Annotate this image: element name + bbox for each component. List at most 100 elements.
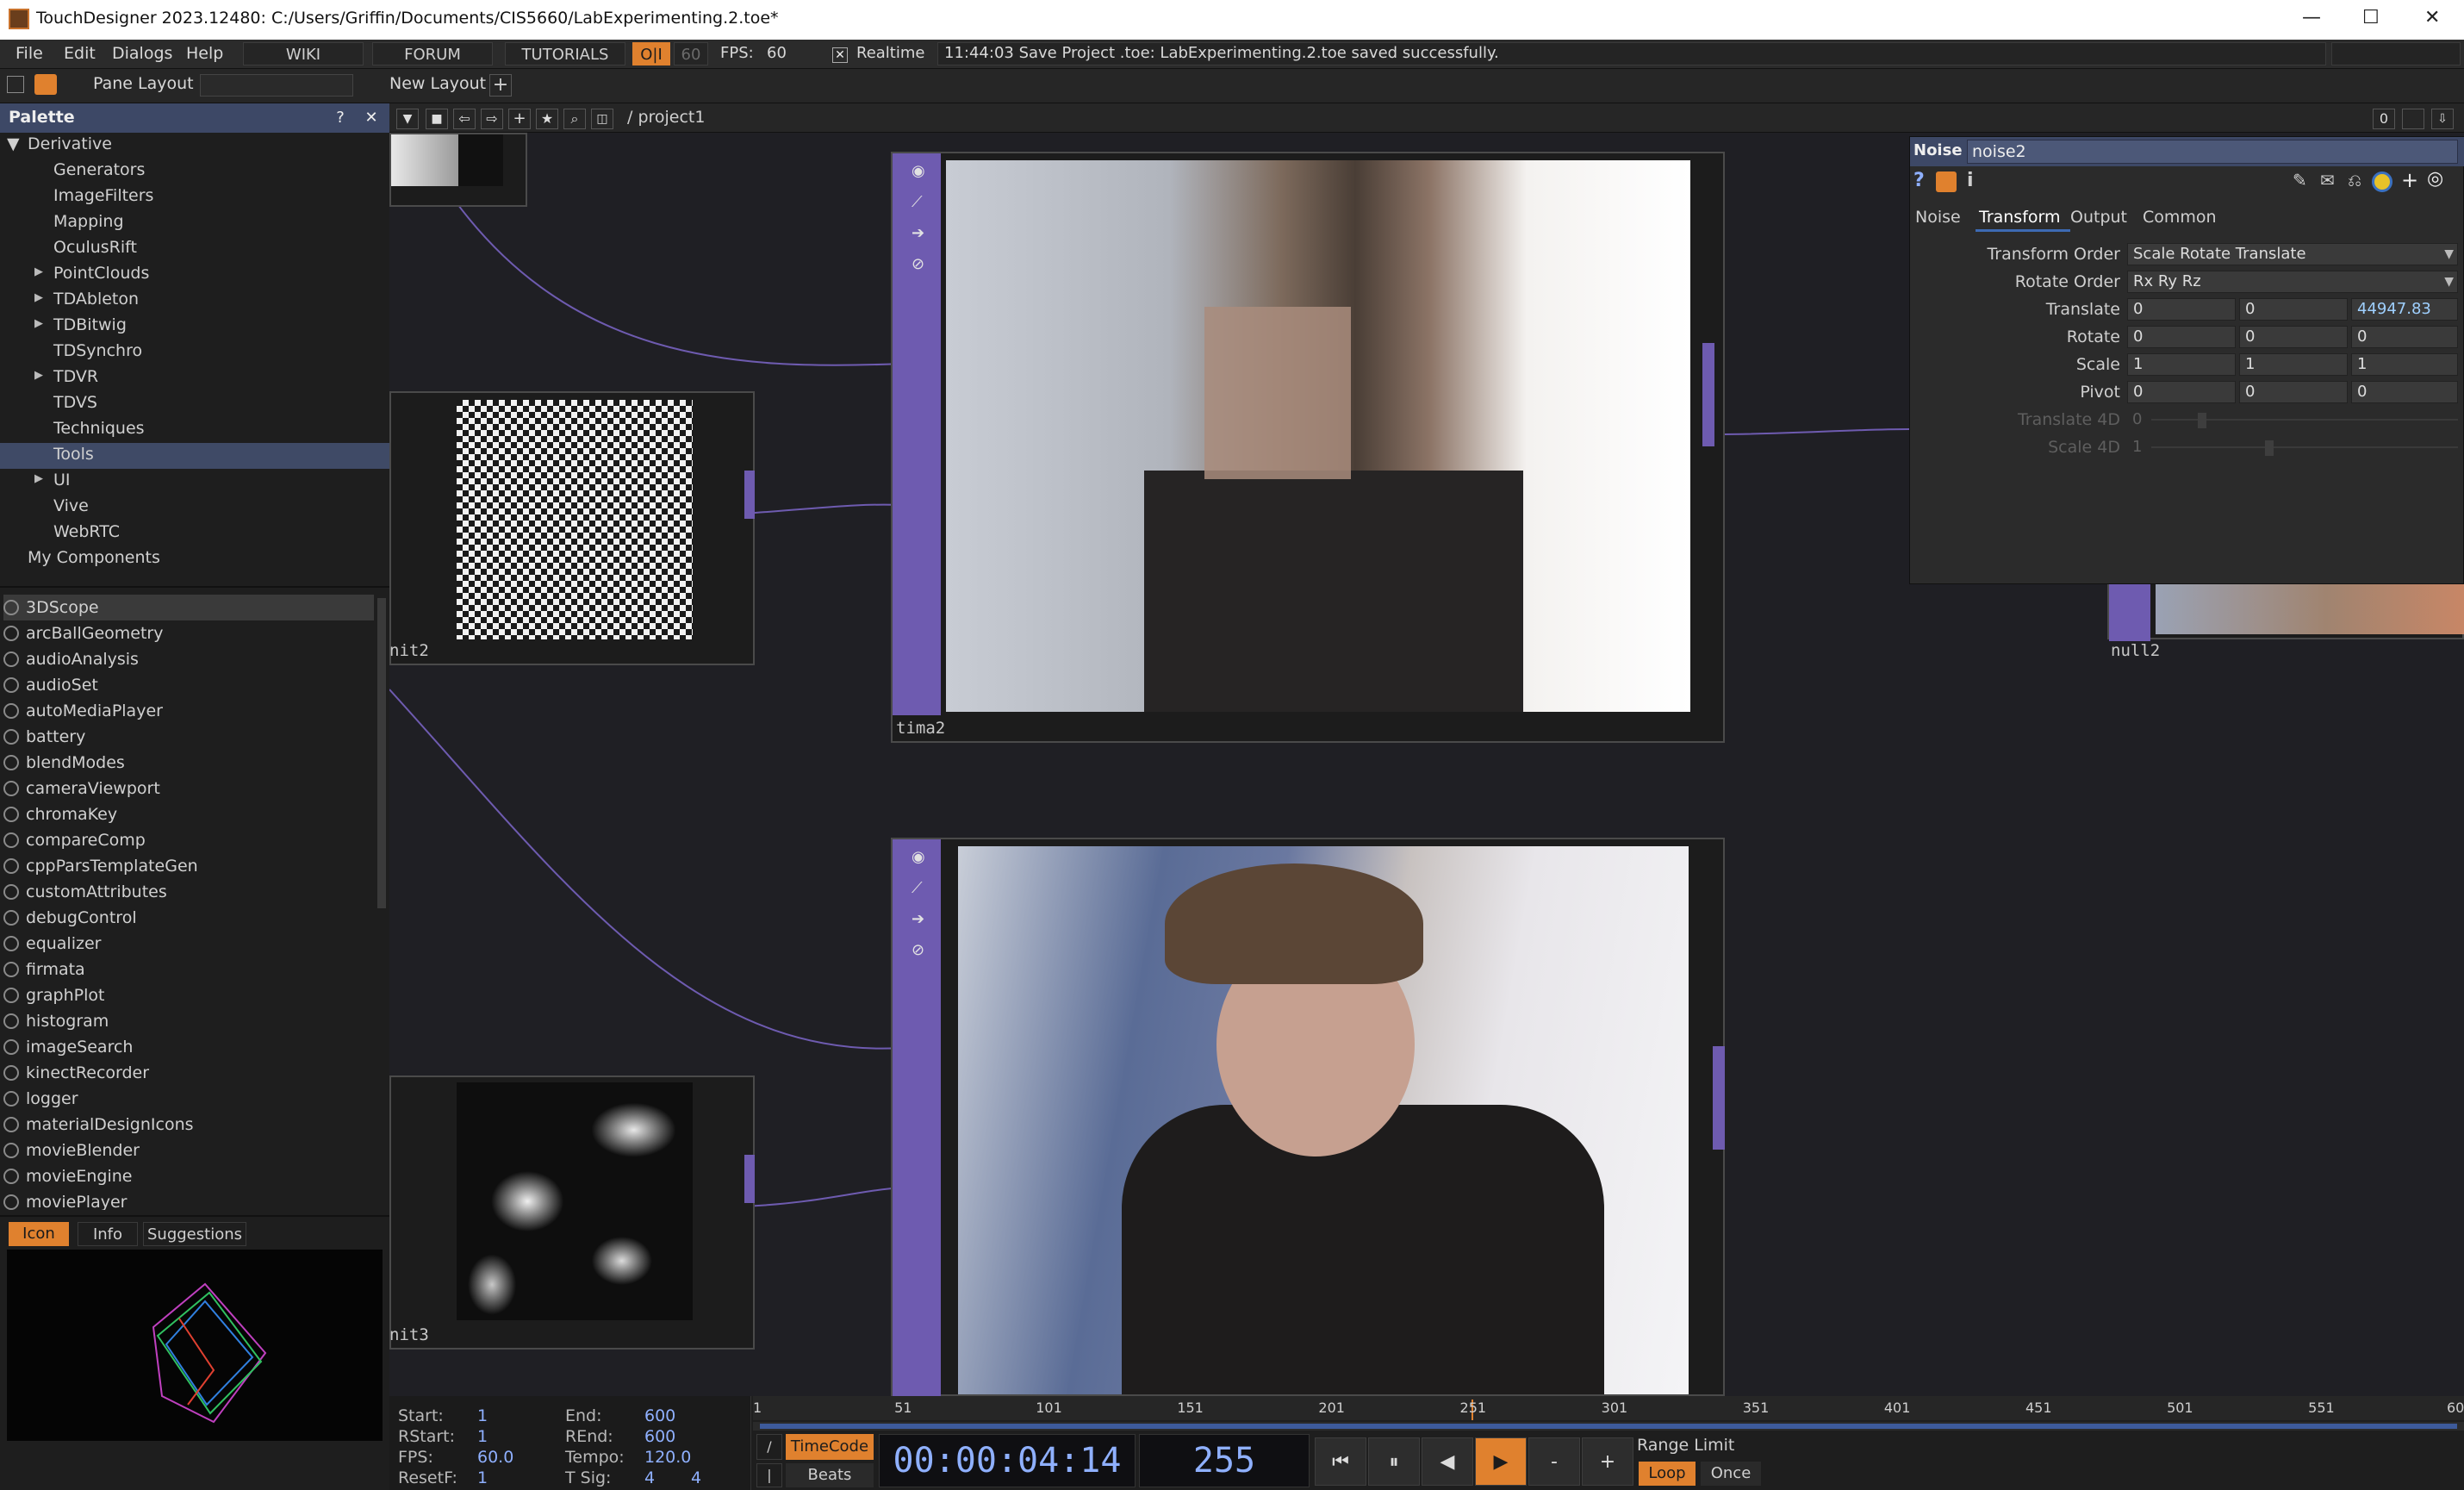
palette-component-item[interactable]: arcBallGeometry bbox=[3, 620, 374, 646]
add-layout-button[interactable]: + bbox=[489, 74, 512, 97]
viewer-icon[interactable]: ◉ bbox=[912, 162, 925, 180]
palette-component-item[interactable]: kinectRecorder bbox=[3, 1060, 374, 1086]
palette-folder-tools[interactable]: Tools bbox=[0, 443, 389, 469]
graph-icon[interactable]: ⟋ bbox=[912, 879, 923, 897]
node-name-tima2[interactable]: tima2 bbox=[896, 719, 945, 738]
expand-arrow-icon[interactable]: ▶ bbox=[34, 265, 43, 278]
tempo-value[interactable]: 120.0 bbox=[644, 1448, 691, 1467]
loop-button[interactable]: Loop bbox=[1639, 1462, 1696, 1486]
arrow-icon[interactable]: ➔ bbox=[912, 224, 924, 242]
python-icon[interactable] bbox=[2372, 171, 2392, 192]
node-name-null2[interactable]: null2 bbox=[2111, 641, 2160, 660]
step-plus-button[interactable]: + bbox=[1582, 1437, 1633, 1486]
minimize-button[interactable]: — bbox=[2302, 7, 2321, 28]
expand-arrow-icon[interactable]: ▶ bbox=[34, 291, 43, 304]
tsig-denominator[interactable]: 4 bbox=[691, 1468, 701, 1487]
pivot-z-field[interactable]: 0 bbox=[2351, 381, 2458, 403]
time-machine-node-tima2[interactable]: ◉ ⟋ ➔ ⊘ bbox=[891, 152, 1725, 743]
lock-icon[interactable]: ⊘ bbox=[912, 941, 924, 959]
palette-folder-vive[interactable]: Vive bbox=[0, 495, 389, 521]
tab-noise[interactable]: Noise bbox=[1915, 208, 1961, 227]
scale-z-field[interactable]: 1 bbox=[2351, 353, 2458, 376]
palette-component-item[interactable]: moviePlayer bbox=[3, 1189, 374, 1210]
wiki-button[interactable]: WIKI bbox=[243, 42, 364, 65]
component-list-scrollbar[interactable] bbox=[377, 598, 386, 908]
realtime-checkbox[interactable]: ✕ bbox=[832, 47, 848, 63]
scale-y-field[interactable]: 1 bbox=[2239, 353, 2348, 376]
help-icon[interactable]: ? bbox=[1913, 170, 1925, 191]
palette-folder-tdvs[interactable]: TDVS bbox=[0, 391, 389, 417]
translate-x-field[interactable]: 0 bbox=[2127, 298, 2236, 321]
pane-layout-presets[interactable] bbox=[200, 74, 353, 97]
palette-component-item[interactable]: cppParsTemplateGen bbox=[3, 853, 374, 879]
translate-y-field[interactable]: 0 bbox=[2239, 298, 2348, 321]
pivot-x-field[interactable]: 0 bbox=[2127, 381, 2236, 403]
maximize-button[interactable]: ☐ bbox=[2362, 7, 2380, 28]
close-window-button[interactable]: ✕ bbox=[2424, 7, 2440, 28]
start-value[interactable]: 1 bbox=[477, 1406, 488, 1425]
rotate-order-menu[interactable]: Rx Ry Rz ▼ bbox=[2127, 271, 2458, 293]
camera-node[interactable]: ◉ ⟋ ➔ ⊘ bbox=[891, 838, 1725, 1398]
noise-node-nit3[interactable] bbox=[389, 1075, 755, 1350]
slash-icon[interactable]: / bbox=[756, 1434, 782, 1460]
palette-component-item[interactable]: audioAnalysis bbox=[3, 646, 374, 672]
bar-icon[interactable]: | bbox=[756, 1463, 782, 1487]
add-icon[interactable]: + bbox=[2401, 168, 2418, 192]
palette-component-item[interactable]: debugControl bbox=[3, 905, 374, 931]
palette-folder-techniques[interactable]: Techniques bbox=[0, 417, 389, 443]
output-connector[interactable] bbox=[744, 471, 755, 519]
step-minus-button[interactable]: - bbox=[1528, 1437, 1580, 1486]
palette-component-item[interactable]: blendModes bbox=[3, 750, 374, 776]
op-name-field[interactable] bbox=[1967, 140, 2458, 164]
palette-component-item[interactable]: imageSearch bbox=[3, 1034, 374, 1060]
comment-icon[interactable]: ✉ bbox=[2320, 170, 2335, 190]
palette-help-button[interactable]: ? bbox=[329, 107, 352, 129]
palette-component-item[interactable]: firmata bbox=[3, 957, 374, 982]
palette-component-item[interactable]: customAttributes bbox=[3, 879, 374, 905]
star-icon[interactable]: ★ bbox=[536, 109, 558, 129]
graph-icon[interactable]: ⟋ bbox=[912, 193, 923, 211]
oi-toggle[interactable]: O|I bbox=[632, 42, 670, 65]
forward-arrow-icon[interactable]: ⇨ bbox=[481, 109, 503, 129]
pivot-y-field[interactable]: 0 bbox=[2239, 381, 2348, 403]
menu-dialogs[interactable]: Dialogs bbox=[112, 44, 172, 63]
node-name-nit2[interactable]: nit2 bbox=[389, 641, 429, 660]
end-value[interactable]: 600 bbox=[644, 1406, 675, 1425]
null-node-null2[interactable] bbox=[2107, 579, 2464, 641]
palette-component-item[interactable]: chromaKey bbox=[3, 801, 374, 827]
split-pane-icon[interactable]: ⇩ bbox=[2431, 109, 2454, 129]
network-path-icon[interactable]: ◫ bbox=[591, 109, 613, 129]
play-button[interactable]: ▶ bbox=[1475, 1437, 1527, 1486]
palette-folder-generators[interactable]: Generators bbox=[0, 159, 389, 184]
palette-component-item[interactable]: audioSet bbox=[3, 672, 374, 698]
expand-arrow-icon[interactable]: ▶ bbox=[34, 317, 43, 330]
output-connector[interactable] bbox=[1702, 343, 1714, 446]
arrow-icon[interactable]: ➔ bbox=[912, 910, 924, 928]
timecode-display[interactable]: 00:00:04:14 bbox=[879, 1434, 1136, 1487]
ramp-node[interactable] bbox=[389, 133, 527, 207]
palette-folder-tdvr[interactable]: ▶ TDVR bbox=[0, 365, 389, 391]
palette-component-item[interactable]: cameraViewport bbox=[3, 776, 374, 801]
palette-folder-ui[interactable]: ▶ UI bbox=[0, 469, 389, 495]
tree-expand-icon[interactable]: ▼ bbox=[7, 134, 20, 153]
rotate-y-field[interactable]: 0 bbox=[2239, 326, 2348, 348]
palette-folder-webrtc[interactable]: WebRTC bbox=[0, 521, 389, 546]
tree-my-components[interactable]: My Components bbox=[28, 548, 160, 567]
tab-info[interactable]: Info bbox=[78, 1222, 138, 1246]
tab-icon[interactable]: Icon bbox=[9, 1222, 69, 1246]
edit-icon[interactable]: ✎ bbox=[2293, 170, 2307, 190]
search-icon[interactable]: ⌕ bbox=[563, 109, 586, 129]
palette-component-list[interactable]: 3DScope arcBallGeometry audioAnalysis audio… bbox=[0, 595, 376, 1210]
menu-help[interactable]: Help bbox=[186, 44, 223, 63]
palette-folder-tdbitwig[interactable]: ▶ TDBitwig bbox=[0, 314, 389, 340]
output-connector[interactable] bbox=[744, 1155, 755, 1203]
tab-transform[interactable]: Transform bbox=[1979, 208, 2061, 227]
rotate-z-field[interactable]: 0 bbox=[2351, 326, 2458, 348]
step-back-button[interactable]: ◀ bbox=[1422, 1437, 1473, 1486]
lock-icon[interactable]: ⊘ bbox=[912, 255, 924, 273]
expand-arrow-icon[interactable]: ▶ bbox=[34, 472, 43, 485]
rstart-value[interactable]: 1 bbox=[477, 1427, 488, 1446]
once-button[interactable]: Once bbox=[1701, 1462, 1761, 1486]
palette-component-item[interactable]: battery bbox=[3, 724, 374, 750]
node-name-nit3[interactable]: nit3 bbox=[389, 1325, 429, 1344]
